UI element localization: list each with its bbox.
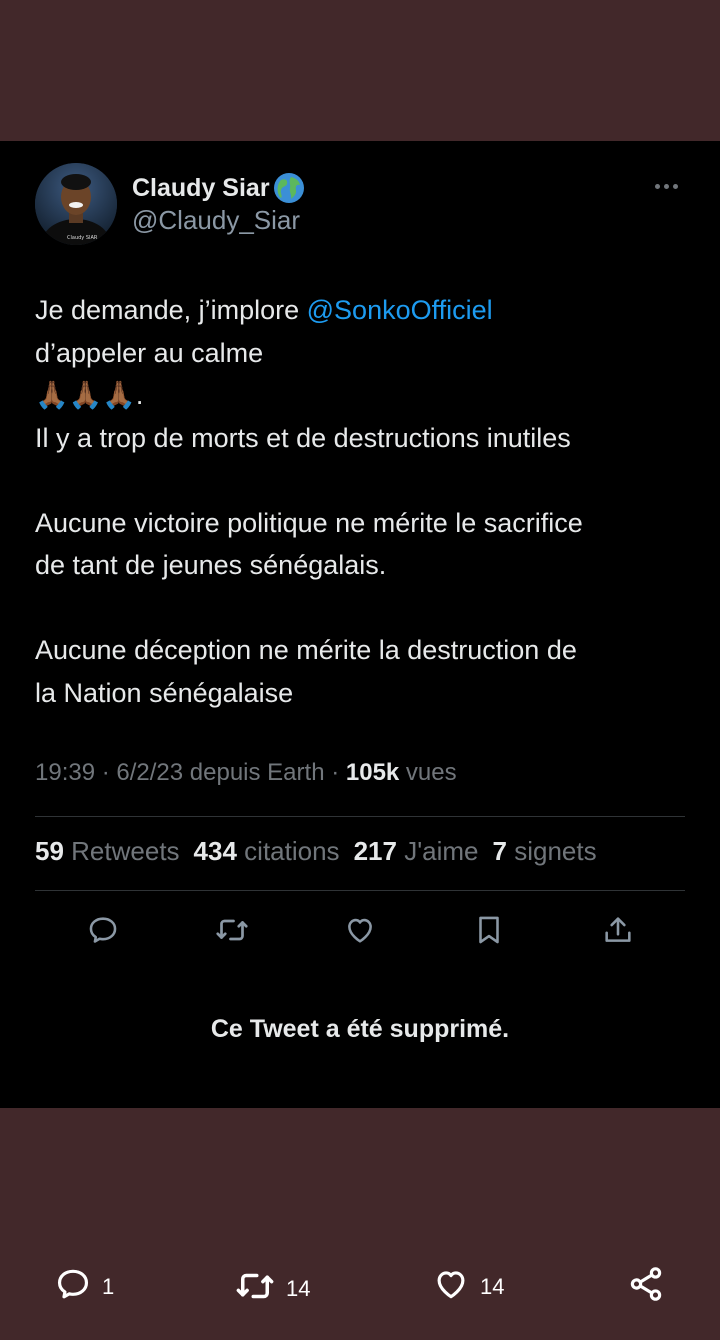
tweet-line: d’appeler au calme <box>35 337 264 368</box>
tweet-line: Il y a trop de morts et de destructions … <box>35 422 571 453</box>
svg-text:Claudy SIAR: Claudy SIAR <box>67 235 98 241</box>
reply-icon[interactable] <box>84 911 122 949</box>
bottom-like[interactable]: 14 <box>432 1265 504 1309</box>
tweet-line: de tant de jeunes sénégalais. <box>35 550 387 580</box>
views-count: 105k <box>345 759 400 786</box>
user-handle[interactable]: @Claudy_Siar <box>132 205 300 236</box>
avatar[interactable]: Claudy SIAR <box>35 163 117 245</box>
like-icon <box>432 1265 470 1309</box>
mention-link[interactable]: @SonkoOfficiel <box>307 295 493 325</box>
tweet-stats: 59 Retweets 434 citations 217 J'aime 7 s… <box>35 836 597 867</box>
reply-count: 1 <box>102 1274 115 1299</box>
like-count: 14 <box>480 1274 505 1299</box>
tweet-action-bar <box>35 911 685 951</box>
bottom-retweet[interactable]: 14 <box>234 1265 310 1313</box>
more-icon[interactable] <box>655 179 685 193</box>
retweets-stat[interactable]: 59 Retweets <box>35 836 180 867</box>
display-name-text: Claudy Siar <box>132 173 270 202</box>
display-name[interactable]: Claudy Siar <box>132 171 306 205</box>
globe-icon <box>272 171 306 205</box>
bottom-action-bar: 1 14 14 <box>0 1265 720 1315</box>
retweet-count: 14 <box>286 1276 311 1301</box>
divider <box>35 890 685 891</box>
bottom-reply[interactable]: 1 <box>54 1265 114 1309</box>
tweet-line: Aucune déception ne mérite la destructio… <box>35 635 577 665</box>
tweet-card: Claudy SIAR Claudy Siar @Claudy_Siar Je … <box>0 141 720 1108</box>
share-icon <box>627 1265 665 1309</box>
like-icon[interactable] <box>341 911 379 949</box>
share-icon[interactable] <box>599 911 637 949</box>
bottom-share[interactable] <box>627 1265 665 1309</box>
tweet-meta: 19:39 · 6/2/23 depuis Earth · 105k vues <box>35 759 457 787</box>
tweet-line: la Nation sénégalaise <box>35 677 294 708</box>
tweet-text: Je demande, j’implore @SonkoOfficiel d’a… <box>35 289 695 714</box>
bookmarks-stat[interactable]: 7 signets <box>493 836 597 867</box>
quotes-stat[interactable]: 434 citations <box>194 836 340 867</box>
tweet-line-emoji: 🙏🏾🙏🏾🙏🏾. <box>35 380 144 410</box>
retweet-icon[interactable] <box>213 911 251 949</box>
tweet-line: Je demande, j’implore @SonkoOfficiel <box>35 295 493 325</box>
views-label: vues <box>399 759 457 786</box>
divider <box>35 816 685 817</box>
tweet-line: Aucune victoire politique ne mérite le s… <box>35 507 583 538</box>
timestamp[interactable]: 19:39 · 6/2/23 depuis Earth · <box>35 759 346 786</box>
reply-icon <box>54 1265 92 1309</box>
bookmark-icon[interactable] <box>470 911 508 949</box>
likes-stat[interactable]: 217 J'aime <box>354 836 479 867</box>
deleted-tweet-notice: Ce Tweet a été supprimé. <box>210 1015 510 1043</box>
retweet-icon <box>234 1265 276 1313</box>
